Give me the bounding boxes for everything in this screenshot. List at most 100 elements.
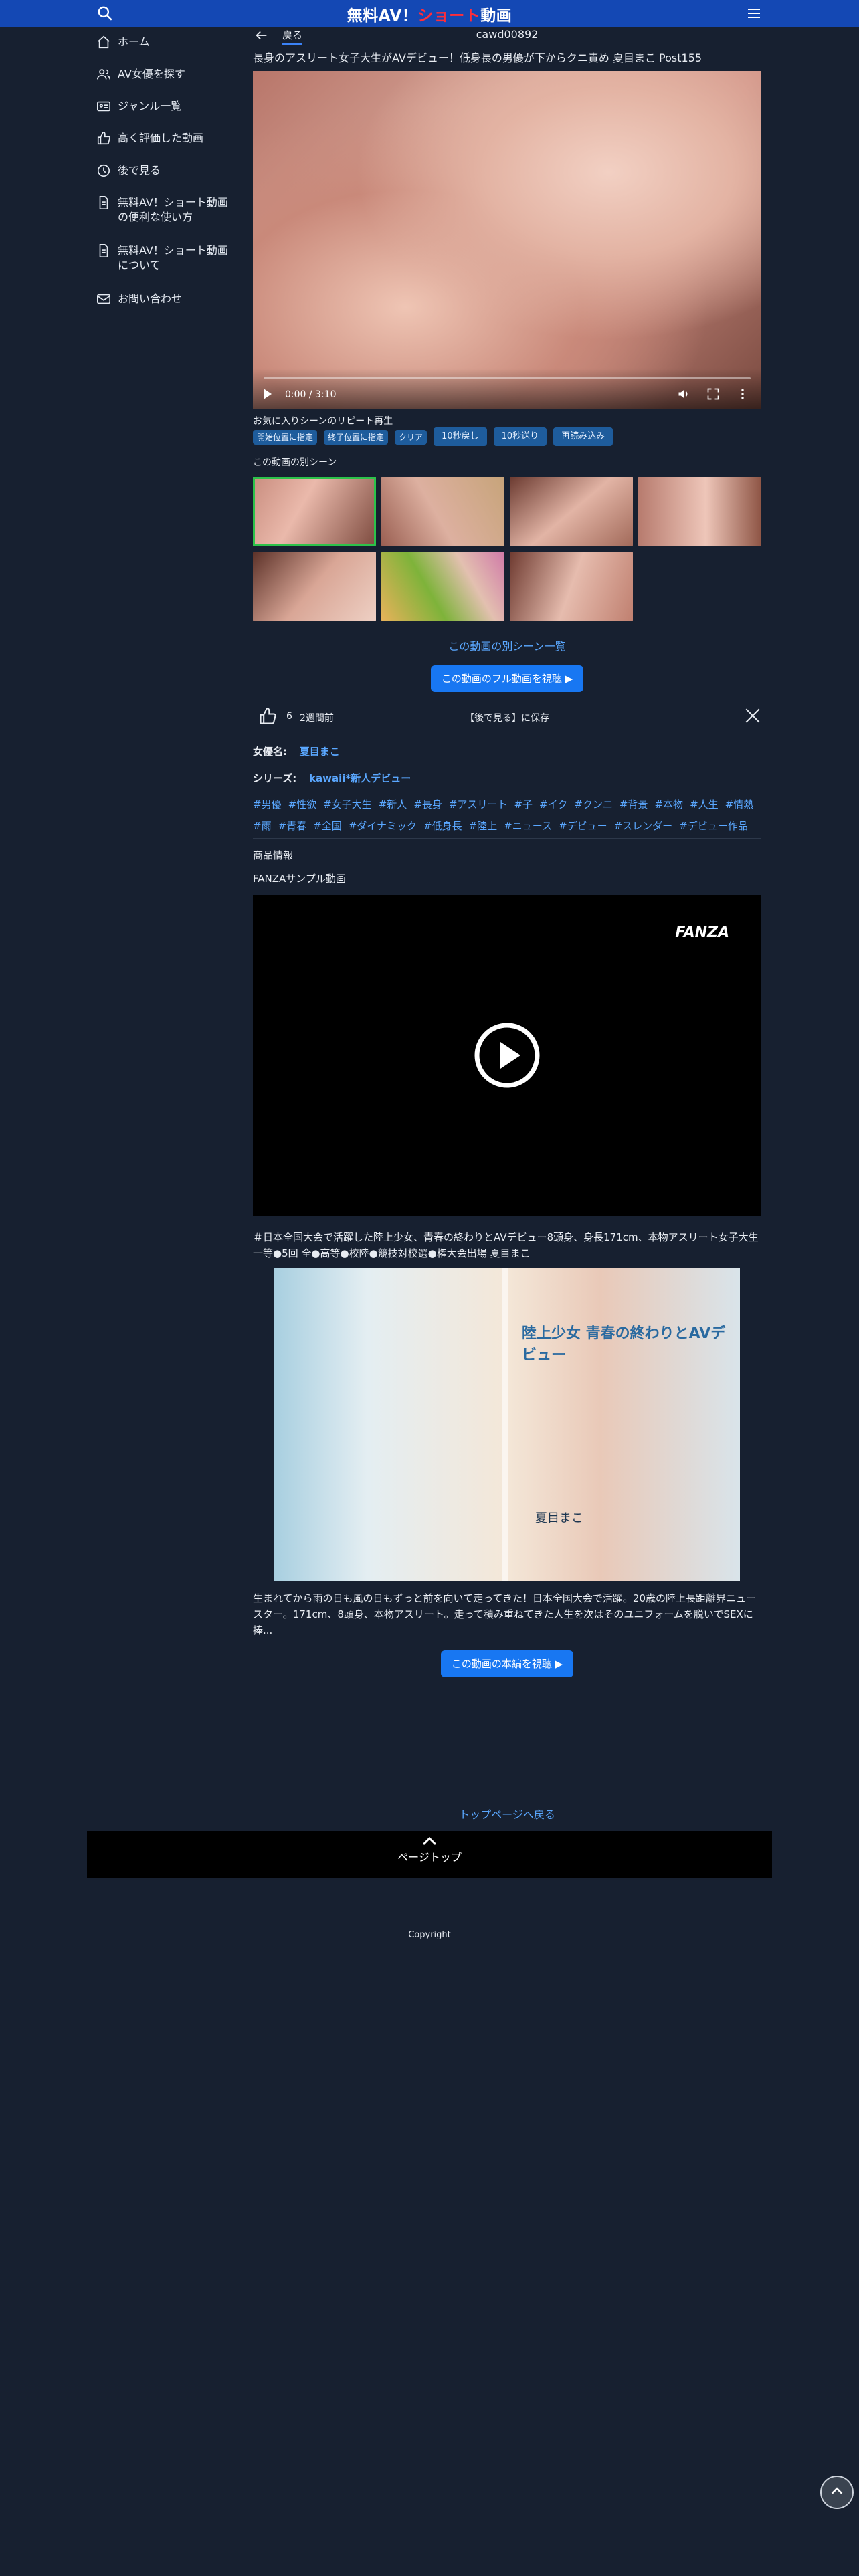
other-scenes-link[interactable]: この動画の別シーン一覧 [253, 637, 761, 653]
reload-button[interactable]: 再読み込み [553, 427, 613, 446]
chevron-up-icon [831, 2487, 843, 2494]
volume-icon[interactable] [677, 387, 690, 401]
scene-thumbnail[interactable] [381, 552, 504, 621]
description-1: ＃日本全国大会で活躍した陸上少女、青春の終わりとAVデビュー8頭身、身長171c… [253, 1231, 759, 1259]
tag-link[interactable]: #イク [539, 798, 567, 811]
sidebar-item-label: 無料AV！ショート動画の便利な使い方 [118, 196, 228, 223]
sidebar-item-contact[interactable]: お問い合わせ [87, 292, 242, 306]
clear-button[interactable]: クリア [395, 430, 427, 445]
set-end-button[interactable]: 終了位置に指定 [324, 430, 389, 445]
x-share-icon[interactable] [744, 707, 761, 724]
other-scenes-label: この動画の別シーン [253, 457, 337, 468]
copyright: Copyright [408, 1930, 451, 1940]
scene-thumbnail[interactable] [253, 477, 376, 546]
tag-link[interactable]: #ダイナミック [349, 820, 417, 832]
engagement-row: 6 2週間前 【後で見る】に保存 [253, 703, 761, 736]
sidebar-item-home[interactable]: ホーム [87, 35, 242, 49]
top-page-link[interactable]: トップページへ戻る [253, 1806, 761, 1822]
actress-key: 女優名: [253, 746, 287, 758]
rewind-10s-button[interactable]: 10秒戻し [434, 427, 487, 446]
chevron-up-icon [422, 1836, 437, 1846]
repeat-label: お気に入りシーンのリピート再生 [253, 416, 393, 427]
fanza-logo: FANZA [675, 924, 729, 941]
thumbs-up-icon [97, 132, 110, 145]
document-icon [99, 196, 108, 209]
tag-link[interactable]: #アスリート [449, 798, 508, 811]
sidebar-item-label: 無料AV！ショート動画について [118, 244, 228, 272]
scene-thumbnail[interactable] [381, 477, 504, 546]
sidebar-item-label: 後で見る [118, 164, 161, 177]
tag-link[interactable]: #新人 [379, 798, 407, 811]
repeat-controls: 開始位置に指定 終了位置に指定 クリア 10秒戻し 10秒送り 再読み込み [253, 427, 761, 446]
home-icon [98, 35, 110, 49]
tag-link[interactable]: #陸上 [469, 820, 498, 832]
sidebar-item-genres[interactable]: ジャンル一覧 [87, 99, 242, 114]
scene-thumbnail[interactable] [510, 477, 633, 546]
tag-link[interactable]: #女子大生 [323, 798, 372, 811]
video-title: 長身のアスリート女子大生がAVデビュー！低身長の男優が下からクニ責め 夏目まこ … [253, 51, 702, 64]
sidebar-item-howto[interactable]: 無料AV！ショート動画の便利な使い方 [87, 195, 242, 225]
sidebar-item-label: お問い合わせ [118, 292, 183, 305]
fanza-sample-heading: FANZAサンプル動画 [253, 873, 346, 885]
hamburger-menu-icon[interactable] [745, 5, 763, 21]
tag-link[interactable]: #雨 [253, 820, 272, 832]
sidebar-item-label: ホーム [118, 35, 150, 48]
sidebar-item-watch-later[interactable]: 後で見る [87, 163, 242, 178]
product-cover-image[interactable]: 陸上少女 青春の終わりとAVデビュー 夏目まこ [274, 1268, 740, 1581]
tag-link[interactable]: #男優 [253, 798, 282, 811]
fanza-sample-player[interactable]: FANZA [253, 895, 761, 1216]
tag-link[interactable]: #本物 [654, 798, 683, 811]
main-video-button[interactable]: この動画の本編を視聴 ▶ [440, 1650, 574, 1677]
scroll-top-button[interactable] [820, 2476, 854, 2509]
sidebar: ホーム AV女優を探す ジャンル一覧 高く評価した動画 後で見る 無料AV！ショ… [87, 27, 242, 1832]
page-top-button[interactable]: ページトップ [87, 1831, 772, 1878]
scene-thumbnail[interactable] [510, 552, 633, 621]
tag-link[interactable]: #全国 [313, 820, 342, 832]
tag-link[interactable]: #性欲 [288, 798, 317, 811]
video-player[interactable]: 0:00 / 3:10 [253, 71, 761, 409]
scene-thumbnail[interactable] [253, 552, 376, 621]
fullscreen-icon[interactable] [706, 387, 720, 401]
scene-thumbnail[interactable] [638, 477, 761, 546]
document-icon [99, 244, 108, 257]
scene-thumbnails [253, 477, 761, 621]
series-key: シリーズ: [253, 772, 297, 784]
tag-link[interactable]: #青春 [278, 820, 307, 832]
sidebar-item-liked[interactable]: 高く評価した動画 [87, 131, 242, 146]
actress-link[interactable]: 夏目まこ [300, 746, 340, 758]
tag-link[interactable]: #デビュー作品 [679, 820, 748, 832]
watch-later-button[interactable]: 【後で見る】に保存 [253, 711, 761, 724]
tag-link[interactable]: #背景 [619, 798, 648, 811]
tag-link[interactable]: #子 [514, 798, 533, 811]
sidebar-item-label: ジャンル一覧 [118, 100, 182, 112]
play-icon[interactable] [264, 389, 272, 399]
product-info-heading: 商品情報 [253, 849, 294, 861]
progress-bar[interactable] [264, 377, 751, 379]
site-logo[interactable]: 無料AV！ショート動画 [0, 3, 859, 25]
full-video-button[interactable]: この動画のフル動画を視聴 ▶ [430, 665, 584, 692]
sidebar-item-about[interactable]: 無料AV！ショート動画について [87, 243, 242, 273]
tag-link[interactable]: #人生 [690, 798, 719, 811]
tag-link[interactable]: #クンニ [574, 798, 613, 811]
cover-title: 陸上少女 青春の終わりとAVデビュー [522, 1325, 726, 1364]
sidebar-item-actresses[interactable]: AV女優を探す [87, 67, 242, 82]
page-top-label: ページトップ [397, 1851, 462, 1864]
play-button-icon[interactable] [474, 1022, 541, 1089]
tag-link[interactable]: #ニュース [504, 820, 552, 832]
tag-link[interactable]: #デビュー [559, 820, 607, 832]
back-row: 戻る cawd00892 [253, 27, 761, 47]
tag-link[interactable]: #低身長 [423, 820, 462, 832]
set-start-button[interactable]: 開始位置に指定 [253, 430, 318, 445]
top-bar: 無料AV！ショート動画 [0, 0, 859, 27]
tag-link[interactable]: #スレンダー [614, 820, 673, 832]
actress-row: 女優名: 夏目まこ [253, 736, 761, 764]
series-link[interactable]: kawaii*新人デビュー [309, 772, 411, 784]
more-options-icon[interactable] [736, 387, 749, 401]
main-content: 戻る cawd00892 長身のアスリート女子大生がAVデビュー！低身長の男優が… [253, 27, 761, 1691]
id-card-icon [97, 101, 110, 112]
cover-spine [502, 1268, 508, 1581]
tag-link[interactable]: #情熱 [725, 798, 754, 811]
forward-10s-button[interactable]: 10秒送り [493, 427, 547, 446]
tag-link[interactable]: #長身 [413, 798, 442, 811]
cover-name: 夏目まこ [535, 1511, 583, 1525]
